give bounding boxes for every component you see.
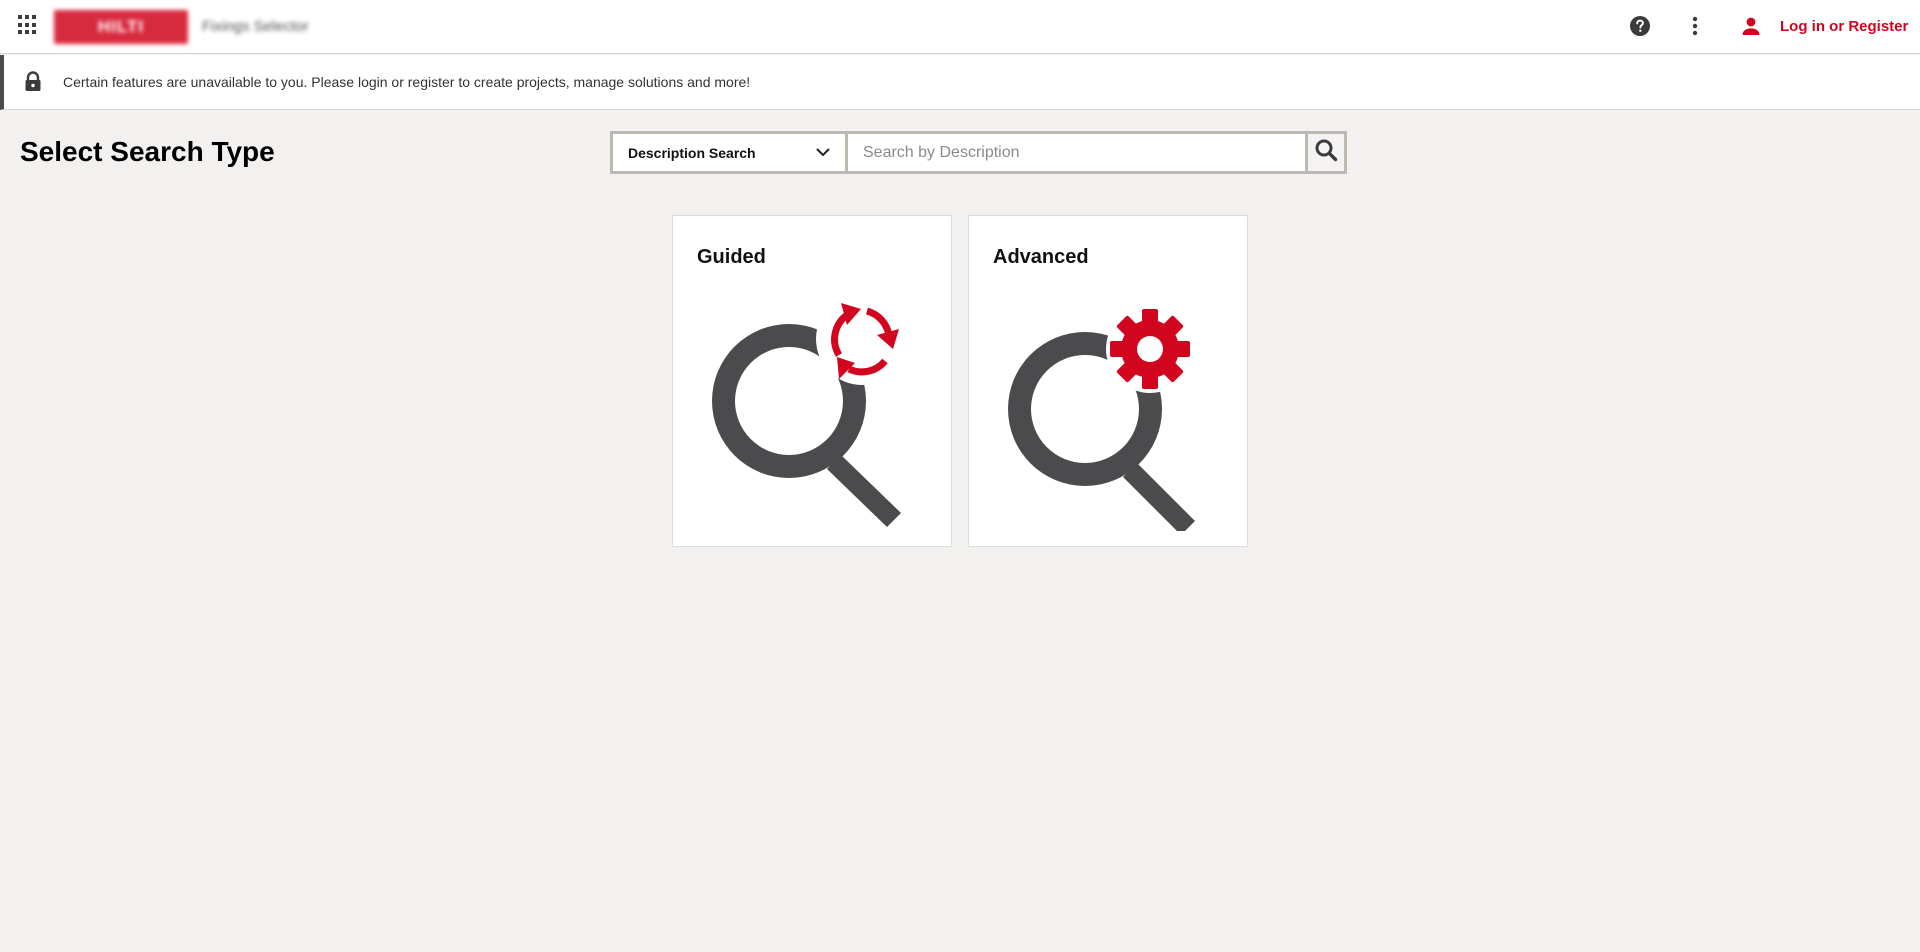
help-circle-icon[interactable] — [1628, 14, 1652, 38]
login-notice-banner: Certain features are unavailable to you.… — [0, 55, 1920, 110]
card-title-advanced: Advanced — [993, 246, 1089, 268]
more-vertical-icon[interactable] — [1683, 14, 1707, 38]
guided-search-card[interactable]: Guided — [672, 215, 952, 547]
search-icon — [1314, 138, 1338, 167]
apps-grid-icon[interactable] — [18, 15, 38, 35]
page-title: Select Search Type — [20, 136, 275, 167]
search-bar: Description Search — [610, 131, 1347, 174]
top-header: HILTI Fixings Selector Log in or Registe… — [0, 0, 1920, 54]
user-icon[interactable] — [1739, 14, 1763, 38]
chevron-down-icon — [816, 144, 830, 162]
search-type-select[interactable]: Description Search — [613, 134, 848, 171]
guided-search-icon — [701, 291, 921, 531]
search-input[interactable] — [848, 134, 1305, 171]
login-register-link[interactable]: Log in or Register — [1780, 17, 1908, 37]
app-name: Fixings Selector — [202, 18, 309, 35]
card-title-guided: Guided — [697, 246, 766, 268]
lock-icon — [23, 71, 43, 93]
notice-message: Certain features are unavailable to you.… — [63, 74, 751, 90]
advanced-search-card[interactable]: Advanced — [968, 215, 1248, 547]
advanced-search-icon — [997, 291, 1217, 535]
brand-logo[interactable]: HILTI — [54, 10, 188, 44]
search-button[interactable] — [1305, 134, 1344, 171]
search-type-label: Description Search — [628, 144, 756, 161]
